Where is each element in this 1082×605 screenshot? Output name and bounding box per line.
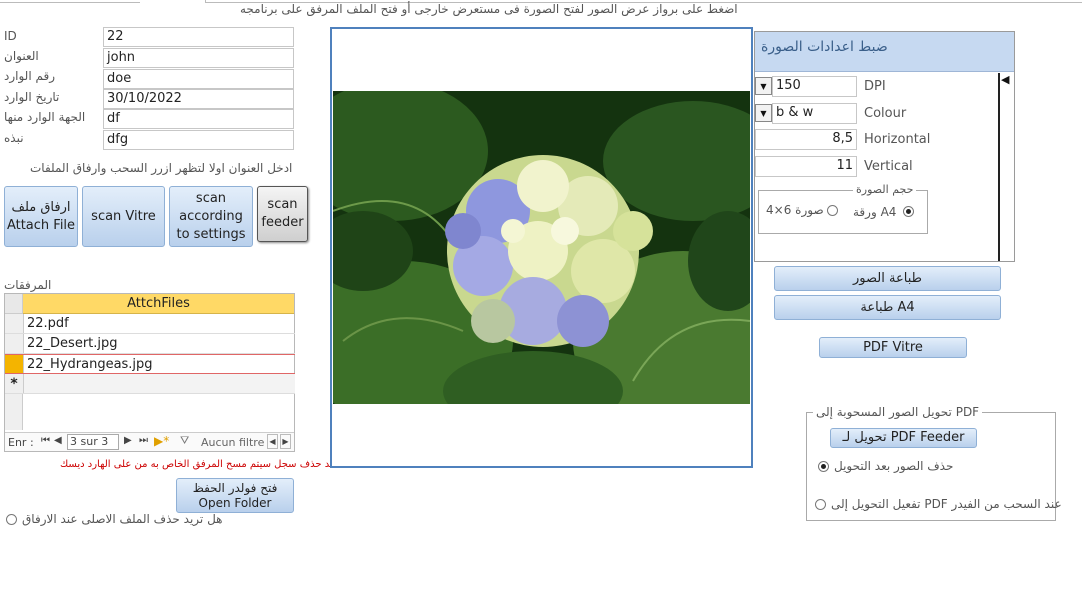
open-folder-label-ar: فتح فولدر الحفظ (192, 480, 278, 495)
filter-icon[interactable]: ⛛ (180, 434, 189, 448)
row-selector-active[interactable] (5, 355, 24, 373)
attachments-grid: AttchFiles 22.pdf 22_Desert.jpg 22_Hydra… (4, 293, 295, 452)
delete-original-label: هل تريد حذف الملف الاصلى عند الارفاق (22, 512, 223, 526)
top-tab-edge (0, 0, 140, 3)
label-incoming-no: رقم الوارد (4, 69, 55, 83)
first-record-icon[interactable]: ⏮ (41, 435, 50, 446)
attachment-name[interactable]: 22.pdf (27, 316, 69, 331)
table-row[interactable]: 22_Desert.jpg (5, 334, 295, 354)
colour-select[interactable]: b & w (772, 103, 857, 124)
grid-corner (5, 294, 23, 314)
pdf-vitre-button[interactable]: PDF Vitre (819, 337, 967, 358)
summary-field[interactable]: dfg (103, 130, 294, 150)
delete-after-radio[interactable] (818, 461, 829, 472)
record-navigator: Enr : ⏮ ◀ 3 sur 3 ▶ ⏭ ▶* ⛛ Aucun filtre … (5, 432, 294, 451)
enable-feeder-label: تفعيل التحويل إلى PDF عند السحب من الفيد… (831, 497, 1062, 511)
dpi-label: DPI (864, 79, 886, 94)
vertical-label: Vertical (864, 159, 913, 174)
new-row-marker: * (5, 374, 24, 393)
pdf-convert-group-label: تحويل الصور المسحوبة إلى PDF (813, 405, 983, 419)
attach-file-label-en: Attach File (6, 217, 76, 233)
open-folder-label-en: Open Folder (198, 495, 272, 510)
scan-settings-button[interactable]: scan according to settings (169, 186, 253, 247)
delete-after-label: حذف الصور بعد التحويل (834, 459, 954, 473)
scan-vitre-button[interactable]: scan Vitre (82, 186, 165, 247)
delete-original-radio[interactable] (6, 514, 17, 525)
incoming-date-field[interactable]: 30/10/2022 (103, 89, 294, 109)
scroll-left-icon[interactable]: ◀ (267, 434, 278, 449)
attach-file-button[interactable]: ارفاق ملف Attach File (4, 186, 78, 247)
record-label: Enr : (8, 436, 34, 449)
header-hint: اضغط على برواز عرض الصور لفتح الصورة فى … (240, 2, 738, 16)
row-selector[interactable] (5, 334, 24, 353)
title-field[interactable]: john (103, 48, 294, 68)
new-record-icon[interactable]: ▶* (154, 434, 169, 448)
filter-status[interactable]: Aucun filtre (201, 436, 264, 449)
vertical-field[interactable]: 11 (755, 156, 857, 177)
size-6x4-radio[interactable] (827, 205, 838, 216)
horizontal-label: Horizontal (864, 132, 931, 147)
attachments-label: المرفقات (4, 278, 52, 292)
open-folder-button[interactable]: فتح فولدر الحفظ Open Folder (176, 478, 294, 513)
table-row[interactable]: 22.pdf (5, 314, 295, 334)
grid-column-header[interactable]: AttchFiles (23, 294, 294, 314)
colour-dropdown-icon[interactable]: ▼ (755, 104, 772, 122)
label-incoming-date: تاريخ الوارد (4, 90, 60, 104)
label-summary: نبذه (4, 131, 24, 145)
scroll-right-icon[interactable]: ▶ (280, 434, 291, 449)
new-row[interactable]: * (5, 374, 295, 394)
scan-feeder-button[interactable]: scan feeder (257, 186, 308, 242)
label-id: ID (4, 29, 17, 43)
hydrangea-image[interactable] (333, 91, 750, 404)
record-position-input[interactable]: 3 sur 3 (67, 434, 119, 450)
attachment-name[interactable]: 22_Desert.jpg (27, 336, 118, 351)
size-a4-radio[interactable] (903, 206, 914, 217)
attachment-name[interactable]: 22_Hydrangeas.jpg (27, 357, 153, 372)
grid-selector-column (5, 394, 23, 430)
colour-label: Colour (864, 106, 907, 121)
enable-feeder-radio[interactable] (815, 499, 826, 510)
scroll-indicator-icon[interactable]: ◀ (1001, 73, 1009, 86)
row-selector[interactable] (5, 314, 24, 333)
table-row-selected[interactable]: 22_Hydrangeas.jpg (5, 354, 295, 374)
size-a4-label: ورقة A4 (853, 205, 897, 219)
label-source: الجهة الوارد منها (4, 110, 86, 124)
source-field[interactable]: df (103, 109, 294, 129)
print-images-button[interactable]: طباعة الصور (774, 266, 1001, 291)
incoming-no-field[interactable]: doe (103, 69, 294, 89)
attach-file-label-ar: ارفاق ملف (11, 199, 71, 215)
delete-warning: عند حذف سجل سيتم مسح المرفق الخاص به من … (60, 459, 339, 470)
size-6x4-label: صورة 6×4 (766, 203, 824, 217)
label-title: العنوان (4, 49, 39, 63)
next-record-icon[interactable]: ▶ (124, 435, 132, 446)
dpi-select[interactable]: 150 (772, 76, 857, 97)
prev-record-icon[interactable]: ◀ (54, 435, 62, 446)
convert-feeder-button[interactable]: تحويل لـ PDF Feeder (830, 428, 977, 448)
settings-title: ضبط اعدادات الصورة (761, 39, 888, 55)
image-preview-frame[interactable] (330, 27, 753, 468)
horizontal-field[interactable]: 8,5 (755, 129, 857, 150)
settings-scroll-gutter[interactable]: ◀ (998, 73, 1014, 261)
settings-header: ضبط اعدادات الصورة (755, 32, 1014, 72)
dpi-dropdown-icon[interactable]: ▼ (755, 77, 772, 95)
last-record-icon[interactable]: ⏭ (139, 435, 148, 446)
image-size-group-label: حجم الصورة (853, 183, 917, 196)
id-field[interactable]: 22 (103, 27, 294, 47)
print-a4-button[interactable]: طباعة A4 (774, 295, 1001, 320)
instruction-text: ادخل العنوان اولا لتظهر ازرر السحب وارفا… (30, 161, 293, 175)
